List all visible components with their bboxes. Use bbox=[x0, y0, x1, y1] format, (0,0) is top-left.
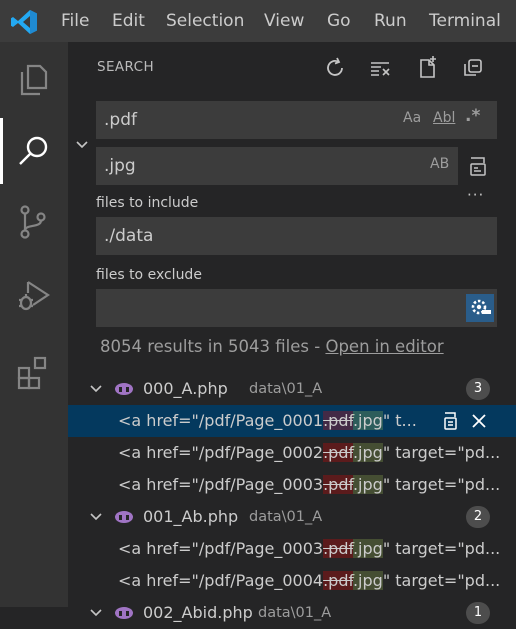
match-removed-text: .pdf bbox=[323, 411, 353, 430]
new-search-editor-icon[interactable] bbox=[414, 55, 440, 81]
match-inserted-text: .jpg bbox=[352, 443, 383, 462]
toggle-search-details-icon[interactable]: ··· bbox=[467, 186, 484, 204]
file-row-002-abid[interactable]: 002_Abid.php data\01_A 1 bbox=[68, 597, 516, 629]
match-line: <a href="/pdf/Page_0004.pdf.jpg" target=… bbox=[118, 565, 500, 597]
php-file-icon bbox=[115, 511, 133, 523]
menu-run[interactable]: Run bbox=[374, 0, 407, 42]
file-name: 002_Abid.php bbox=[143, 603, 253, 622]
match-removed-text: .pdf bbox=[323, 571, 353, 590]
run-debug-icon bbox=[19, 281, 51, 311]
chevron-down-icon[interactable] bbox=[88, 509, 104, 525]
match-prefix: <a href="/pdf/Page_0004 bbox=[118, 571, 324, 590]
title-bar: File Edit Selection View Go Run Terminal bbox=[0, 0, 516, 42]
chevron-down-icon[interactable] bbox=[88, 605, 104, 621]
menu-edit[interactable]: Edit bbox=[112, 0, 145, 42]
match-removed-text: .pdf bbox=[323, 475, 353, 494]
match-line: <a href="/pdf/Page_0003.pdf.jpg" target=… bbox=[118, 469, 500, 501]
match-removed-text: .pdf bbox=[323, 539, 353, 558]
menu-view[interactable]: View bbox=[264, 0, 304, 42]
replace-icon[interactable] bbox=[442, 412, 460, 430]
file-path: data\01_A bbox=[249, 381, 323, 397]
match-line: <a href="/pdf/Page_0001.pdf.jpg" t... bbox=[118, 405, 417, 437]
use-regex-toggle[interactable]: .* bbox=[465, 106, 480, 126]
search-icon bbox=[19, 136, 48, 165]
match-row[interactable]: <a href="/pdf/Page_0004.pdf.jpg" target=… bbox=[68, 565, 516, 597]
refresh-icon[interactable] bbox=[322, 55, 348, 81]
search-input[interactable]: .pdf Aa Abl .* bbox=[96, 101, 497, 139]
match-case-toggle[interactable]: Aa bbox=[403, 110, 421, 126]
replace-input[interactable]: .jpg AB bbox=[96, 147, 458, 185]
activity-run-debug[interactable] bbox=[0, 264, 68, 328]
open-in-editor-link[interactable]: Open in editor bbox=[325, 337, 443, 356]
files-to-include-value: ./data bbox=[104, 226, 154, 246]
extensions-icon bbox=[17, 356, 47, 390]
file-path: data\01_A bbox=[258, 605, 332, 621]
menu-terminal[interactable]: Terminal bbox=[429, 0, 501, 42]
menu-go[interactable]: Go bbox=[327, 0, 351, 42]
chevron-down-icon[interactable] bbox=[88, 381, 104, 397]
use-exclude-settings-icon[interactable] bbox=[466, 294, 494, 322]
preserve-case-toggle[interactable]: AB bbox=[430, 156, 449, 172]
files-to-exclude-input[interactable] bbox=[96, 289, 497, 327]
match-prefix: <a href="/pdf/Page_0003 bbox=[118, 475, 324, 494]
php-file-icon bbox=[115, 383, 133, 395]
vscode-logo-icon bbox=[11, 10, 37, 34]
file-name: 000_A.php bbox=[143, 379, 228, 398]
match-removed-text: .pdf bbox=[323, 443, 353, 462]
match-suffix: " t... bbox=[382, 411, 417, 430]
row-actions bbox=[428, 405, 516, 437]
files-to-exclude-label: files to exclude bbox=[96, 267, 202, 283]
activity-search[interactable] bbox=[0, 120, 68, 184]
match-row[interactable]: <a href="/pdf/Page_0001.pdf.jpg" t... bbox=[68, 405, 516, 437]
match-row[interactable]: <a href="/pdf/Page_0003.pdf.jpg" target=… bbox=[68, 533, 516, 565]
file-path: data\01_A bbox=[249, 509, 323, 525]
explorer-icon bbox=[20, 64, 48, 96]
match-inserted-text: .jpg bbox=[352, 571, 383, 590]
match-suffix: " target="pd... bbox=[382, 443, 501, 462]
match-row[interactable]: <a href="/pdf/Page_0003.pdf.jpg" target=… bbox=[68, 469, 516, 501]
match-suffix: " target="pd... bbox=[382, 475, 501, 494]
collapse-all-icon[interactable] bbox=[460, 55, 486, 81]
clear-results-icon[interactable] bbox=[368, 55, 394, 81]
match-inserted-text: .jpg bbox=[352, 475, 383, 494]
match-count-badge: 2 bbox=[466, 506, 490, 528]
activity-extensions[interactable] bbox=[0, 340, 68, 404]
match-count-badge: 1 bbox=[466, 602, 490, 624]
files-to-include-input[interactable]: ./data bbox=[96, 217, 497, 255]
activity-bar bbox=[0, 42, 68, 607]
menu-selection[interactable]: Selection bbox=[166, 0, 244, 42]
activity-source-control[interactable] bbox=[0, 190, 68, 254]
match-prefix: <a href="/pdf/Page_0003 bbox=[118, 539, 324, 558]
replace-all-icon[interactable] bbox=[468, 155, 488, 177]
sidebar-title: SEARCH bbox=[97, 59, 155, 75]
match-prefix: <a href="/pdf/Page_0001 bbox=[118, 411, 324, 430]
match-row[interactable]: <a href="/pdf/Page_0002.pdf.jpg" target=… bbox=[68, 437, 516, 469]
match-line: <a href="/pdf/Page_0003.pdf.jpg" target=… bbox=[118, 533, 500, 565]
match-suffix: " target="pd... bbox=[382, 539, 501, 558]
file-name: 001_Ab.php bbox=[143, 507, 239, 526]
toggle-replace-chevron-icon[interactable] bbox=[74, 137, 90, 153]
match-prefix: <a href="/pdf/Page_0002 bbox=[118, 443, 324, 462]
activity-explorer[interactable] bbox=[0, 46, 68, 110]
dismiss-icon[interactable] bbox=[470, 412, 488, 430]
match-line: <a href="/pdf/Page_0002.pdf.jpg" target=… bbox=[118, 437, 500, 469]
results-count-text: 8054 results in 5043 files - bbox=[100, 337, 326, 356]
file-row-001-ab[interactable]: 001_Ab.php data\01_A 2 bbox=[68, 501, 516, 533]
match-suffix: " target="pd... bbox=[382, 571, 501, 590]
search-input-value: .pdf bbox=[104, 110, 137, 130]
match-count-badge: 3 bbox=[466, 378, 490, 400]
results-summary: 8054 results in 5043 files - Open in edi… bbox=[100, 337, 444, 356]
match-inserted-text: .jpg bbox=[352, 539, 383, 558]
source-control-icon bbox=[20, 205, 46, 239]
php-file-icon bbox=[115, 607, 133, 619]
replace-input-value: .jpg bbox=[104, 156, 136, 176]
files-to-include-label: files to include bbox=[96, 195, 199, 211]
file-row-000-a[interactable]: 000_A.php data\01_A 3 bbox=[68, 373, 516, 405]
match-whole-word-toggle[interactable]: Abl bbox=[433, 110, 455, 126]
match-inserted-text: .jpg bbox=[352, 411, 383, 430]
search-sidebar: SEARCH .pdf Aa Abl .* .jpg AB ··· files … bbox=[68, 42, 516, 624]
menu-file[interactable]: File bbox=[61, 0, 89, 42]
